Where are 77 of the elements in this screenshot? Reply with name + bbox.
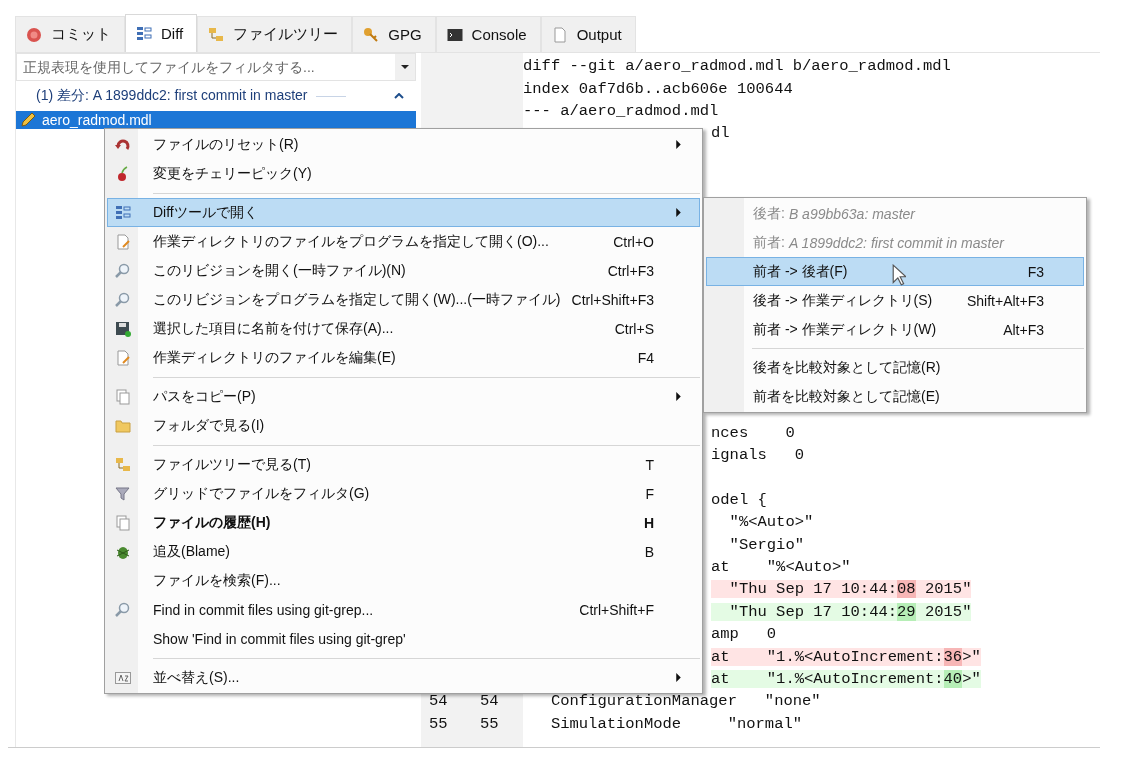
menu-item[interactable]: 後者を比較対象として記憶(R) — [706, 353, 1084, 382]
commit-info: B a99bb63a: master — [788, 205, 915, 222]
mouse-pointer-icon — [892, 264, 906, 286]
line-number: 55 — [480, 714, 499, 733]
search-icon — [114, 291, 131, 308]
folder-tree-icon — [208, 26, 225, 43]
line-number: 54 — [480, 692, 499, 711]
menu-header: 前者: — [753, 233, 785, 252]
menu-item[interactable]: このリビジョンを開く(一時ファイル)(N) Ctrl+F3 — [107, 256, 700, 285]
menu-item[interactable]: ファイルツリーで見る(T) T — [107, 450, 700, 479]
menu-item[interactable]: 追及(Blame) B — [107, 537, 700, 566]
menu-header: 後者: — [753, 204, 785, 223]
sort-icon — [114, 669, 131, 686]
menu-item[interactable]: Diffツールで開く — [107, 198, 700, 227]
code-line: SimulationMode "normal" — [549, 714, 803, 733]
tab[interactable]: Diff — [125, 14, 198, 52]
code-line: diff --git a/aero_radmod.mdl b/aero_radmod.mdl — [523, 57, 951, 76]
pages-icon — [114, 514, 131, 531]
menu-item[interactable]: Show 'Find in commit files using git-grep' — [107, 624, 700, 653]
search-icon — [114, 601, 131, 618]
menu-item[interactable]: ファイルを検索(F)... — [107, 566, 700, 595]
code-line: amp 0 — [711, 625, 777, 644]
group-header: (1) 差分: A 1899ddc2: first commit in master — [36, 87, 308, 105]
code-line: nces 0 — [711, 423, 795, 442]
tab[interactable]: コミット — [15, 16, 125, 52]
funnel-icon — [114, 485, 131, 502]
code-line: "Sergio" — [728, 535, 804, 554]
code-line: ConfigurationManager "none" — [549, 692, 821, 711]
menu-item[interactable]: グリッドでファイルをフィルタ(G) F — [107, 479, 700, 508]
key-icon — [363, 26, 380, 43]
menu-item[interactable]: 作業ディレクトリのファイルを編集(E) F4 — [107, 343, 700, 372]
code-line: ignals 0 — [711, 446, 804, 465]
folder-tree-icon — [114, 456, 131, 473]
code-line: index 0af7d6b..acb606e 100644 — [523, 79, 793, 98]
menu-item[interactable]: パスをコピー(P) — [107, 382, 700, 411]
copy-icon — [114, 388, 131, 405]
menu-item[interactable]: 作業ディレクトリのファイルをプログラムを指定して開く(O)... Ctrl+O — [107, 227, 700, 256]
document-pencil-icon — [114, 233, 131, 250]
menu-item[interactable]: 前者 -> 作業ディレクトリ(W) Alt+F3 — [706, 315, 1084, 344]
menu-item[interactable]: 後者 -> 作業ディレクトリ(S) Shift+Alt+F3 — [706, 286, 1084, 315]
menu-item[interactable]: 前者 -> 後者(F) F3 — [706, 257, 1084, 286]
tab[interactable]: GPG — [352, 16, 436, 52]
code-line: --- a/aero_radmod.mdl — [523, 101, 719, 120]
tab[interactable]: Output — [540, 16, 636, 52]
save-icon — [114, 320, 131, 337]
menu-item[interactable]: このリビジョンをプログラムを指定して開く(W)...(一時ファイル) Ctrl+Shift+F3 — [107, 285, 700, 314]
commit-info: A 1899ddc2: first commit in master — [788, 234, 1004, 251]
terminal-icon — [446, 26, 463, 43]
code-line: "%<Auto>" — [728, 513, 814, 532]
folder-icon — [114, 417, 131, 434]
dropdown-button[interactable] — [395, 54, 415, 80]
code-line: dl — [711, 124, 730, 143]
menu-item[interactable]: フォルダで見る(I) — [107, 411, 700, 440]
line-number: 54 — [429, 692, 448, 711]
file-item[interactable]: aero_radmod.mdl — [16, 111, 416, 129]
menu-item[interactable]: 変更をチェリーピック(Y) — [107, 159, 700, 188]
menu-item[interactable]: Find in commit files using git-grep... Ctrl+Shift+F — [107, 595, 700, 624]
pencil-icon — [20, 112, 36, 128]
menu-item[interactable]: 並べ替え(S)... — [107, 663, 700, 692]
tab[interactable]: ファイルツリー — [197, 16, 353, 52]
collapse-caret-icon[interactable] — [394, 93, 404, 99]
tab[interactable]: Console — [435, 16, 541, 52]
menu-item[interactable]: 前者を比較対象として記憶(E) — [706, 382, 1084, 411]
caret-icon — [401, 65, 409, 69]
document-icon — [551, 26, 568, 43]
seal-icon — [26, 26, 42, 43]
code-line: odel { — [711, 490, 767, 509]
code-line: at "%<Auto>" — [711, 558, 851, 577]
menu-item[interactable]: 選択した項目に名前を付けて保存(A)... Ctrl+S — [107, 314, 700, 343]
line-number: 55 — [429, 714, 448, 733]
search-icon — [114, 262, 131, 279]
document-pencil-icon — [114, 349, 131, 366]
filter-field[interactable]: 正規表現を使用してファイルをフィルタする... — [16, 53, 416, 81]
menu-item[interactable]: ファイルのリセット(R) — [107, 130, 700, 159]
diff-icon — [114, 204, 131, 221]
diff-icon — [136, 25, 152, 42]
menu-item[interactable]: ファイルの履歴(H) H — [107, 508, 700, 537]
